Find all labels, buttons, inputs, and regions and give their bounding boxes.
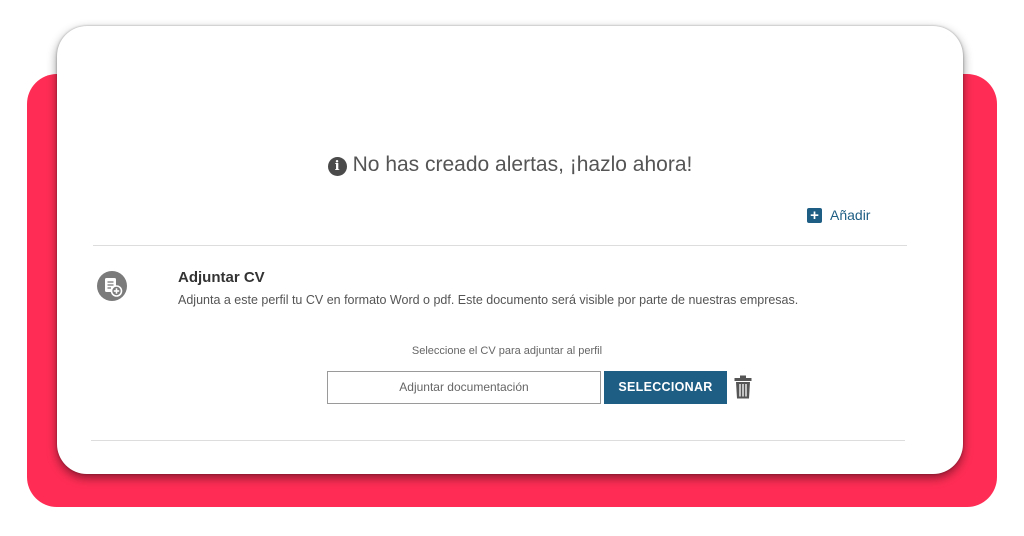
trash-icon[interactable] [734,375,752,399]
select-file-button[interactable]: SELECCIONAR [604,371,727,404]
add-alert-link[interactable]: + Añadir [807,205,870,225]
stage: i No has creado alertas, ¡hazlo ahora! + … [0,0,1024,536]
section-divider [93,245,907,246]
cv-upload-hint: Seleccione el CV para adjuntar al perfil [411,345,603,357]
cv-section-description: Adjunta a este perfil tu CV en formato W… [178,293,799,307]
profile-card: i No has creado alertas, ¡hazlo ahora! + … [57,26,963,474]
plus-square-icon: + [807,207,822,223]
attach-document-field[interactable]: Adjuntar documentación [327,371,601,404]
info-circle-icon: i [327,157,347,176]
empty-alerts-text: No has creado alertas, ¡hazlo ahora! [352,153,693,176]
empty-alerts-message: i No has creado alertas, ¡hazlo ahora! [57,152,963,178]
document-add-icon [97,271,127,301]
cv-section-title: Adjuntar CV [178,269,265,286]
section-divider [91,440,905,441]
add-alert-label: Añadir [830,207,871,223]
